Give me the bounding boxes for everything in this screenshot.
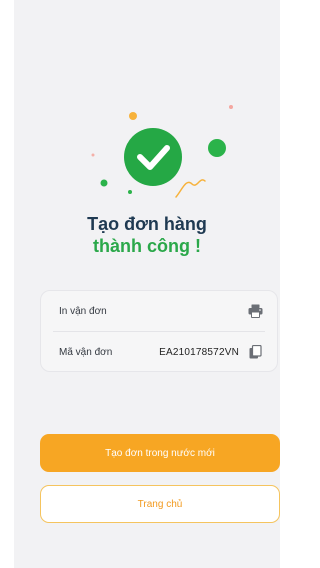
decor-dot-orange <box>129 112 137 120</box>
create-new-order-label: Tạo đơn trong nước mới <box>105 447 215 459</box>
success-subtitle: thành công ! <box>93 236 201 256</box>
decor-dot-green-tiny <box>128 190 132 194</box>
printer-icon[interactable] <box>247 303 263 319</box>
order-info-card: In vận đơn Mã vận đơn EA210178572VN <box>40 290 278 372</box>
decor-dot-pink <box>229 105 233 109</box>
decor-dot-green-small <box>100 179 108 187</box>
check-circle-icon <box>124 128 182 186</box>
success-title: Tạo đơn hàng <box>87 214 207 234</box>
copy-icon[interactable] <box>247 344 263 360</box>
print-waybill-row[interactable]: In vận đơn <box>41 291 277 331</box>
tracking-number-value: EA210178572VN <box>159 346 239 358</box>
home-button[interactable]: Trang chủ <box>40 485 280 523</box>
print-waybill-label: In vận đơn <box>59 305 107 317</box>
decor-squiggle <box>175 179 206 198</box>
create-new-domestic-order-button[interactable]: Tạo đơn trong nước mới <box>40 434 280 472</box>
tracking-number-label: Mã vận đơn <box>59 346 113 358</box>
tracking-number-row: Mã vận đơn EA210178572VN <box>41 332 277 372</box>
decor-dot-green-large <box>208 139 226 157</box>
success-illustration <box>91 105 233 198</box>
decor-dot-pink-small <box>91 153 95 157</box>
home-button-label: Trang chủ <box>137 498 183 510</box>
